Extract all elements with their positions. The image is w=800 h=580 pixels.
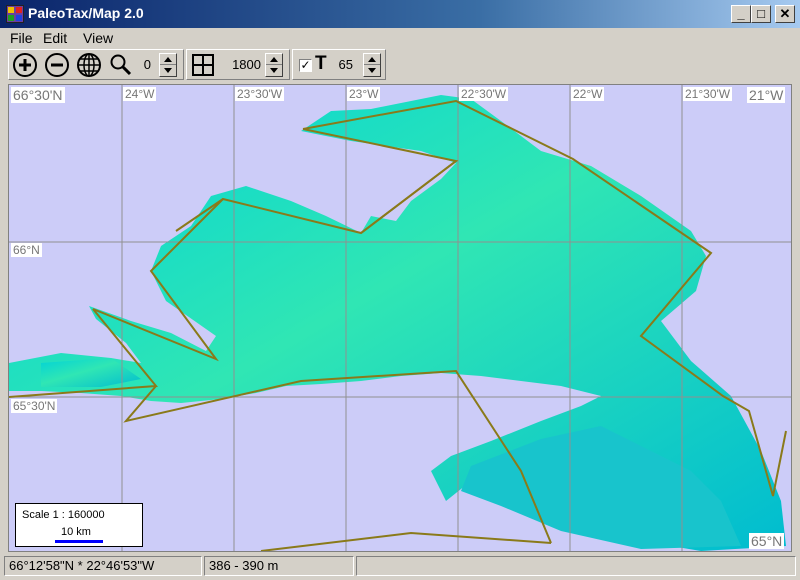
close-button[interactable]: ✕ (775, 5, 795, 23)
grid-label-23w: 23°W (347, 87, 381, 101)
status-extra (356, 556, 796, 576)
scale-ratio: Scale 1 : 160000 (22, 509, 105, 521)
status-elevation: 386 - 390 m (204, 556, 354, 576)
menu-bar: File Edit View (0, 28, 800, 48)
app-icon (6, 5, 24, 23)
magnifier-icon[interactable] (107, 52, 135, 78)
zoom-out-icon[interactable] (43, 52, 71, 78)
zoom-group: 0 (8, 49, 184, 80)
grid-label-21w: 21°W (747, 87, 786, 103)
grid-icon[interactable] (189, 52, 217, 78)
label-size-spinner[interactable] (363, 53, 381, 77)
scale-bar (55, 540, 103, 543)
grid-label-66-30n: 66°30'N (11, 87, 65, 103)
grid-interval-value[interactable]: 1800 (221, 57, 261, 72)
grid-group: 1800 (186, 49, 290, 80)
labels-group: ✓ T 65 (292, 49, 386, 80)
grid-label-22-30w: 22°30'W (459, 87, 509, 101)
map-canvas[interactable]: 66°30'N 24°W 23°30'W 23°W 22°30'W 22°W 2… (8, 84, 792, 552)
grid-label-23-30w: 23°30'W (235, 87, 285, 101)
menu-edit[interactable]: Edit (43, 30, 67, 46)
status-bar: 66°12'58"N * 22°46'53"W 386 - 390 m (0, 554, 800, 580)
labels-checkbox[interactable]: ✓ (299, 59, 312, 72)
scale-bar-label: 10 km (61, 526, 91, 538)
grid-label-24w: 24°W (123, 87, 157, 101)
title-bar: PaleoTax/Map 2.0 _ □ ✕ (0, 0, 800, 28)
zoom-in-icon[interactable] (11, 52, 39, 78)
globe-icon[interactable] (75, 52, 103, 78)
map-drawing (9, 85, 791, 551)
grid-label-66n: 66°N (11, 243, 42, 257)
grid-interval-spinner[interactable] (265, 53, 283, 77)
status-coordinates: 66°12'58"N * 22°46'53"W (4, 556, 202, 576)
minimize-button[interactable]: _ (731, 5, 751, 23)
label-size-value[interactable]: 65 (333, 57, 353, 72)
grid-label-65-30n: 65°30'N (11, 399, 58, 413)
scale-legend: Scale 1 : 160000 10 km (15, 503, 143, 547)
menu-view[interactable]: View (83, 30, 113, 46)
zoom-level-spinner[interactable] (159, 53, 177, 77)
grid-label-65n: 65°N (749, 533, 785, 549)
text-labels-icon: T (315, 53, 327, 74)
menu-file[interactable]: File (10, 30, 33, 46)
grid-label-22w: 22°W (571, 87, 605, 101)
toolbar: 0 1800 ✓ T 65 (0, 48, 800, 82)
zoom-level-value[interactable]: 0 (137, 57, 151, 72)
maximize-button[interactable]: □ (751, 5, 771, 23)
window-title: PaleoTax/Map 2.0 (28, 5, 144, 21)
grid-label-21-30w: 21°30'W (683, 87, 733, 101)
